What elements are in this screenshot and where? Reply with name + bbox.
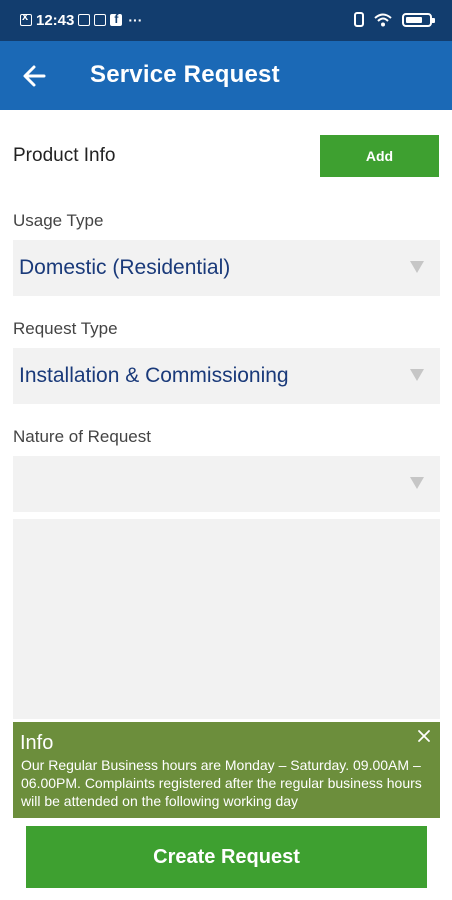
request-type-select[interactable]: Installation & Commissioning	[13, 348, 440, 404]
calendar-icon	[94, 14, 107, 26]
more-notifications-icon: ···	[128, 12, 143, 28]
usage-type-value: Domestic (Residential)	[19, 256, 231, 279]
dropdown-arrow-icon	[410, 477, 424, 489]
status-right	[354, 12, 435, 27]
back-arrow-icon[interactable]	[20, 61, 50, 91]
close-icon[interactable]	[417, 729, 431, 743]
nature-of-request-select[interactable]	[13, 456, 440, 512]
dropdown-arrow-icon	[410, 261, 424, 273]
dropdown-arrow-icon	[410, 369, 424, 381]
battery-icon	[402, 12, 435, 27]
app-bar: Service Request	[0, 41, 452, 110]
facebook-icon	[110, 12, 123, 26]
description-textarea[interactable]	[13, 519, 440, 719]
add-product-button[interactable]: Add	[320, 135, 439, 177]
status-left: 12:43 ···	[20, 11, 142, 29]
info-banner: Info Our Regular Business hours are Mond…	[13, 722, 440, 818]
request-type-value: Installation & Commissioning	[19, 364, 289, 387]
info-title: Info	[20, 732, 54, 754]
notification-icon	[20, 11, 32, 26]
usage-type-select[interactable]: Domestic (Residential)	[13, 240, 440, 296]
request-type-label: Request Type	[13, 319, 118, 338]
sim-icon	[78, 14, 91, 26]
nature-of-request-label: Nature of Request	[13, 427, 151, 446]
status-bar: 12:43 ···	[0, 0, 452, 41]
usage-type-label: Usage Type	[13, 211, 104, 230]
status-time: 12:43	[36, 11, 75, 29]
info-text: Our Regular Business hours are Monday – …	[21, 757, 422, 809]
wifi-icon	[374, 13, 392, 26]
create-request-button[interactable]: Create Request	[26, 826, 427, 888]
product-info-label: Product Info	[13, 145, 116, 166]
page-title: Service Request	[90, 61, 280, 88]
vibrate-icon	[354, 12, 364, 27]
